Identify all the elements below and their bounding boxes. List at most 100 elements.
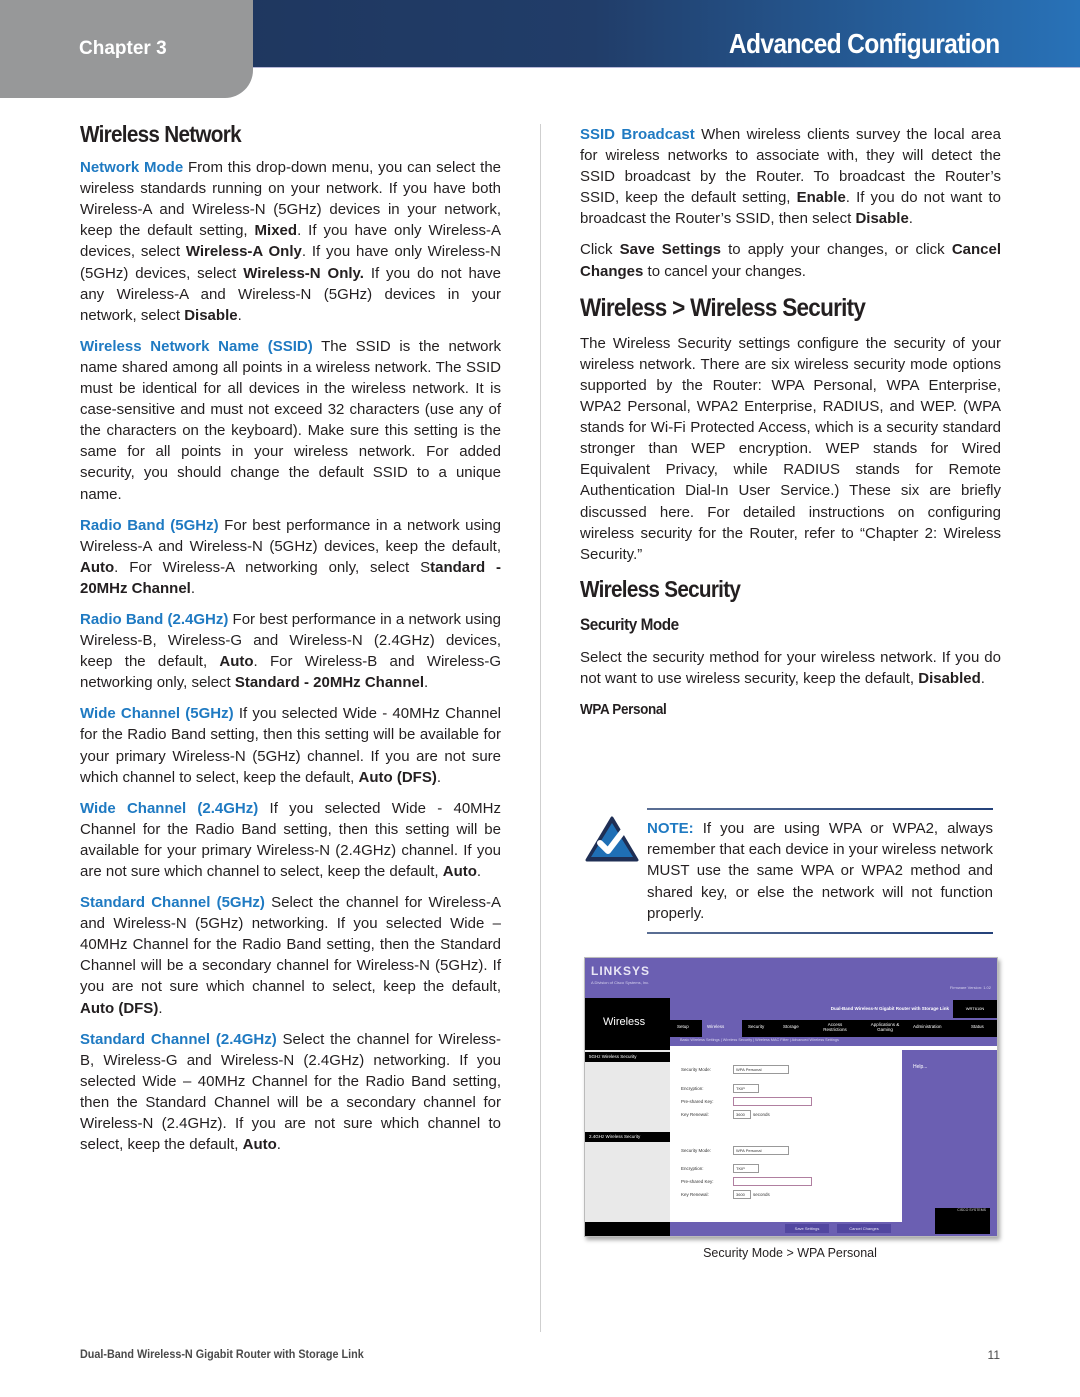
emphasis: Disable	[855, 210, 909, 228]
term-label: Network Mode	[80, 159, 184, 177]
term-label: Standard Channel (2.4GHz)	[80, 1030, 277, 1048]
router-tab-administration[interactable]: Administration	[913, 1024, 942, 1029]
paragraph: Standard Channel (5GHz) Select the chann…	[80, 894, 501, 1017]
paragraph: Wide Channel (2.4GHz) If you selected Wi…	[80, 799, 501, 880]
router-tab-wireless[interactable]: Wireless	[707, 1024, 724, 1029]
paragraph-security-mode: Select the security method for your wire…	[580, 648, 1001, 688]
emphasis: Auto (DFS)	[358, 768, 437, 786]
router-renewal-input-5[interactable]: 3600	[733, 1110, 751, 1119]
footer-title: Dual-Band Wireless-N Gigabit Router with…	[80, 1347, 364, 1361]
note-text: NOTE: If you are using WPA or WPA2, alwa…	[647, 818, 993, 924]
heading-wireless-security-section: Wireless > Wireless Security	[580, 293, 866, 322]
router-encryption-select-5[interactable]: TKIP	[733, 1084, 759, 1093]
term-label: Wireless Network Name (SSID)	[80, 337, 313, 355]
paragraph-security-intro: The Wireless Security settings configure…	[580, 334, 1001, 563]
right-column: SSID Broadcast When wireless clients sur…	[580, 124, 1001, 730]
note-body: If you are using WPA or WPA2, always rem…	[647, 820, 993, 922]
chapter-tab: Chapter 3	[0, 0, 253, 98]
router-secmode-label-24: Security Mode:	[681, 1148, 712, 1153]
router-secmode-select-24[interactable]: WPA Personal	[733, 1146, 789, 1155]
router-secmode-select-5[interactable]: WPA Personal	[733, 1065, 789, 1074]
router-subnav-links[interactable]: Basic Wireless Settings | Wireless Secur…	[680, 1038, 839, 1042]
term-label: Radio Band (5GHz)	[80, 516, 219, 534]
emphasis: Auto	[242, 1136, 277, 1154]
router-encryption-label-5: Encryption:	[681, 1086, 704, 1091]
term-label: Radio Band (2.4GHz)	[80, 610, 229, 628]
paragraph: Network Mode From this drop-down menu, y…	[80, 159, 502, 324]
router-psk-label-5: Pre-shared Key:	[681, 1099, 714, 1104]
paragraph: Radio Band (5GHz) For best performance i…	[80, 516, 501, 597]
paragraph: Standard Channel (2.4GHz) Select the cha…	[80, 1030, 501, 1154]
emphasis: Auto	[219, 653, 254, 671]
note-bottom-rule	[647, 932, 993, 934]
heading-wireless-network: Wireless Network	[80, 121, 242, 147]
emphasis: Mixed	[254, 222, 298, 240]
term-label: Wide Channel (5GHz)	[80, 705, 234, 723]
router-psk-label-24: Pre-shared Key:	[681, 1179, 714, 1184]
emphasis: Disable	[184, 306, 238, 324]
left-column: Wireless Network Network Mode From this …	[80, 121, 501, 1165]
term-label: SSID Broadcast	[580, 126, 695, 143]
router-cancel-changes-button[interactable]: Cancel Changes	[837, 1224, 891, 1233]
paragraph-save-settings: Click Save Settings to apply your change…	[580, 241, 1002, 280]
router-tab-storage[interactable]: Storage	[783, 1024, 799, 1029]
emphasis: Wireless-A Only	[185, 243, 302, 261]
paragraph-ssid-broadcast: SSID Broadcast When wireless clients sur…	[580, 126, 1001, 228]
emphasis: tandard - 20MHz Channel	[80, 558, 501, 597]
router-renewal-label-24: Key Renewal:	[681, 1192, 709, 1197]
emphasis: Save Settings	[619, 241, 721, 259]
router-help-link[interactable]: Help...	[913, 1064, 927, 1070]
emphasis: Auto	[80, 558, 115, 576]
chapter-label: Chapter 3	[79, 38, 167, 59]
column-divider	[540, 124, 541, 1332]
router-tab-setup[interactable]: Setup	[677, 1024, 689, 1029]
firmware-version: Firmware Version: 1.02	[949, 985, 991, 990]
cisco-logo: CISCO SYSTEMS	[935, 1208, 990, 1234]
router-tab-applications[interactable]: Applications & Gaming	[865, 1022, 905, 1032]
paragraph: Wireless Network Name (SSID) The SSID is…	[80, 337, 501, 503]
term-label: Standard Channel (5GHz)	[80, 894, 265, 912]
router-encryption-label-24: Encryption:	[681, 1166, 704, 1171]
emphasis: Standard - 20MHz Channel	[234, 674, 425, 692]
heading-security-mode: Security Mode	[580, 614, 679, 634]
emphasis: Auto (DFS)	[80, 999, 159, 1017]
router-renewal-unit-5: seconds	[753, 1112, 770, 1117]
emphasis: Disabled	[918, 670, 981, 688]
router-model: WRT610N	[953, 1000, 997, 1018]
router-renewal-input-24[interactable]: 3600	[733, 1190, 751, 1199]
paragraph: Wide Channel (5GHz) If you selected Wide…	[80, 705, 501, 786]
section-title: Advanced Configuration	[729, 28, 1000, 59]
router-band5-label: 5GHz Wireless Security	[585, 1052, 670, 1062]
router-tab-access[interactable]: Access Restrictions	[817, 1022, 853, 1032]
router-renewal-label-5: Key Renewal:	[681, 1112, 709, 1117]
router-product-name: Dual-Band Wireless-N Gigabit Router with…	[830, 1006, 949, 1011]
page-number: 11	[987, 1348, 1000, 1362]
heading-wpa-personal: WPA Personal	[580, 701, 667, 719]
router-secmode-label-5: Security Mode:	[681, 1067, 712, 1072]
router-screenshot: LINKSYS A Division of Cisco Systems, Inc…	[584, 957, 998, 1237]
router-psk-input-5[interactable]	[733, 1097, 812, 1106]
router-save-settings-button[interactable]: Save Settings	[785, 1224, 829, 1233]
router-tab-status[interactable]: Status	[971, 1024, 984, 1029]
router-band24-label: 2.4GHz Wireless Security	[585, 1132, 670, 1142]
router-section-title: Wireless	[603, 1016, 646, 1028]
paragraph: Radio Band (2.4GHz) For best performance…	[80, 610, 501, 692]
emphasis: Wireless-N Only.	[243, 264, 364, 282]
router-psk-input-24[interactable]	[733, 1177, 812, 1186]
note-top-rule	[647, 808, 993, 810]
emphasis: Auto	[442, 863, 477, 880]
linksys-logo: LINKSYS	[591, 964, 651, 978]
note-label: NOTE:	[647, 820, 694, 837]
router-tab-security[interactable]: Security	[748, 1024, 764, 1029]
note-box: NOTE: If you are using WPA or WPA2, alwa…	[585, 808, 995, 934]
emphasis: Enable	[796, 189, 846, 207]
router-footer-left	[585, 1222, 670, 1236]
figure-caption: Security Mode > WPA Personal	[703, 1246, 877, 1260]
router-renewal-unit-24: seconds	[753, 1192, 770, 1197]
router-encryption-select-24[interactable]: TKIP	[733, 1164, 759, 1173]
linksys-logo-subtitle: A Division of Cisco Systems, Inc.	[591, 980, 650, 985]
term-label: Wide Channel (2.4GHz)	[80, 799, 259, 817]
heading-wireless-security: Wireless Security	[580, 575, 741, 602]
checkmark-icon	[585, 816, 639, 862]
left-paragraphs: Network Mode From this drop-down menu, y…	[80, 157, 501, 1155]
